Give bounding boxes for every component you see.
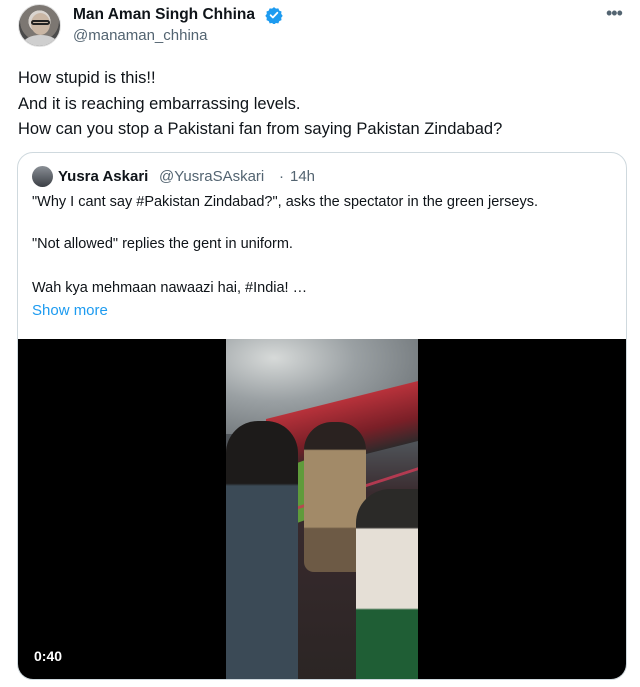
video-duration: 0:40 [34,648,63,664]
author-name[interactable]: Man Aman Singh Chhina [73,6,255,24]
author-handle[interactable]: @manaman_chhina [73,27,207,44]
tweet-text-line: How stupid is this!! [18,69,156,87]
video-player[interactable]: 0:40 [18,339,626,679]
quoted-author-handle: @YusraSAskari [159,168,265,185]
quoted-tweet[interactable]: Yusra Askari @YusraSAskari · 14h "Why I … [17,152,627,680]
tweet-text-line: And it is reaching embarrassing levels. [18,94,301,113]
quoted-text-line: "Not allowed" replies the gent in unifor… [32,236,293,252]
quoted-timestamp[interactable]: 14h [290,168,315,185]
author-avatar[interactable] [18,4,61,47]
quoted-text-line: Wah kya mehmaan nawaazi hai, #India! … [32,280,308,296]
show-more-link[interactable]: Show more [32,302,108,319]
quoted-author-avatar [32,166,53,187]
tweet-card: Man Aman Singh Chhina @manaman_chhina ••… [0,0,640,687]
quoted-author-name: Yusra Askari [58,168,149,185]
tweet-text: How stupid is this!! And it is reaching … [18,66,502,143]
dot-separator: · [279,168,284,185]
verified-badge-icon [265,7,283,24]
more-horizontal-icon[interactable]: ••• [606,4,628,22]
tweet-text-line: How can you stop a Pakistani fan from sa… [18,120,503,138]
video-frame[interactable] [226,339,418,679]
quoted-text-line: "Why I cant say #Pakistan Zindabad?", as… [32,194,538,210]
